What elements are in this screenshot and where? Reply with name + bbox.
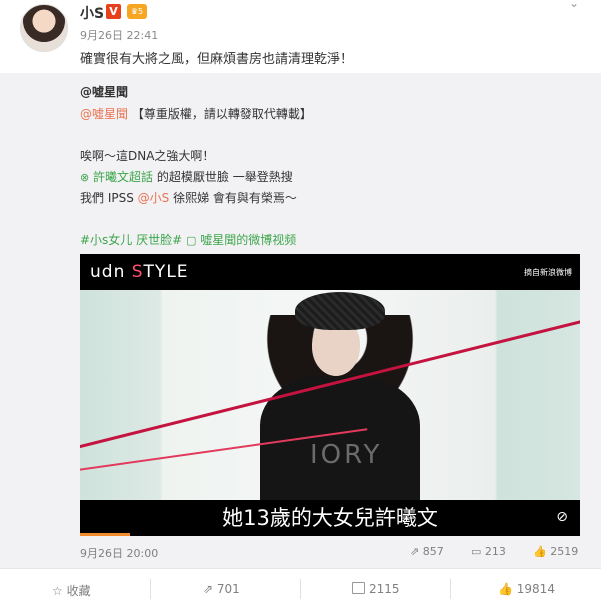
hashtag-link[interactable]: #小s女儿 厌世脸# (80, 233, 182, 247)
thumbs-up-icon: 👍 (498, 582, 513, 596)
video-link-label: 噓星聞的微博视频 (200, 233, 297, 247)
repost-line-dna: 唉啊～這DNA之強大啊！ (80, 149, 215, 163)
super-topic-icon: ⊗ (80, 171, 90, 184)
repost-icon: ⇗ (203, 582, 214, 596)
comment-icon: ▭ (471, 545, 482, 558)
repost-line-supertopic: ⊗ 許曦文超話 的超模厭世臉 一舉登熱搜 (80, 168, 293, 185)
repost-count: 701 (216, 582, 240, 596)
reposted-content: @噓星聞 @噓星聞 【尊重版權，請以轉發取代轉載】 唉啊～這DNA之強大啊！ ⊗… (0, 73, 601, 568)
post-text: 確實很有大將之風，但麻煩書房也請清理乾淨！ (80, 52, 354, 67)
avatar[interactable] (20, 4, 68, 52)
like-count: 19814 (516, 582, 555, 596)
comment-icon (352, 582, 365, 594)
repost-line-tags: #小s女儿 厌世脸# ▢ 噓星聞的微博视频 (80, 231, 296, 248)
repost-comment-value: 213 (484, 545, 506, 558)
level-number: 5 (138, 7, 144, 16)
comment-button[interactable]: 2115 (352, 582, 400, 596)
mute-icon[interactable]: ⊘ (556, 509, 568, 525)
figure-hat (295, 292, 385, 330)
shirt-text: IORY (310, 440, 383, 470)
repost-line-mention: 我們 IPSS @小S 徐熙娣 會有與有榮焉～ (80, 189, 297, 206)
mention-rest: 徐熙娣 會有與有榮焉～ (173, 191, 297, 205)
author-name[interactable]: 小S (80, 3, 104, 23)
verified-badge: V (106, 4, 121, 19)
mention-xiaos-link[interactable]: @小S (138, 191, 170, 205)
super-topic-link[interactable]: ⊗ 許曦文超話 (80, 170, 153, 184)
video-frame: IORY (80, 290, 580, 500)
super-topic-label: 許曦文超話 (93, 170, 154, 184)
chevron-down-icon[interactable]: ⌄ (569, 0, 579, 10)
video-subtitle: 她13歲的大女兒許曦文 (222, 506, 438, 530)
supertopic-text: 的超模厭世臉 一舉登熱搜 (156, 170, 293, 184)
repost-like-value: 2519 (550, 545, 579, 558)
thumbs-up-icon: 👍 (533, 545, 547, 558)
divider (450, 579, 451, 599)
video-player[interactable]: udn STYLE 摘自新浪微博 IORY 她13歲的大女兒許曦文 ⊘ (80, 254, 580, 536)
repost-like-count[interactable]: 👍 2519 (533, 545, 578, 558)
mention-link[interactable]: @噓星聞 (80, 107, 128, 121)
share-icon: ⇗ (410, 545, 420, 558)
post-time[interactable]: 9月26日 22:41 (80, 27, 158, 43)
repost-line-copyright: @噓星聞 【尊重版權，請以轉發取代轉載】 (80, 105, 312, 122)
video-header: udn STYLE 摘自新浪微博 (80, 254, 580, 290)
divider (150, 579, 151, 599)
logo-suffix: TYLE (143, 262, 189, 282)
favorite-label: 收藏 (66, 584, 91, 598)
repost-button[interactable]: ⇗ 701 (203, 582, 240, 596)
mention-prefix: 我們 IPSS (80, 191, 134, 205)
udn-style-logo: udn STYLE (90, 262, 189, 282)
repost-repost-value: 857 (422, 545, 444, 558)
logo-s: S (131, 262, 144, 282)
comment-count: 2115 (369, 582, 400, 596)
favorite-button[interactable]: ☆ 收藏 (52, 582, 91, 599)
copyright-text: 【尊重版權，請以轉發取代轉載】 (131, 107, 312, 121)
repost-comment-count[interactable]: ▭ 213 (471, 545, 506, 558)
repost-time[interactable]: 9月26日 20:00 (80, 545, 158, 561)
level-badge: ♛5 (127, 4, 147, 19)
action-bar: ☆ 收藏 ⇗ 701 2115 👍 19814 (0, 568, 601, 610)
logo-prefix: udn (90, 262, 126, 282)
star-icon: ☆ (52, 584, 63, 598)
divider (300, 579, 301, 599)
source-tag: 摘自新浪微博 (524, 268, 572, 277)
video-icon: ▢ (186, 234, 197, 247)
repost-author[interactable]: @噓星聞 (80, 83, 128, 100)
repost-repost-count[interactable]: ⇗ 857 (410, 545, 444, 558)
like-button[interactable]: 👍 19814 (498, 582, 555, 596)
video-progress-bar[interactable] (80, 533, 130, 536)
video-link[interactable]: ▢ 噓星聞的微博视频 (186, 233, 296, 247)
weibo-post-card: 小S V ♛5 ⌄ 9月26日 22:41 確實很有大將之風，但麻煩書房也請清理… (0, 0, 601, 609)
